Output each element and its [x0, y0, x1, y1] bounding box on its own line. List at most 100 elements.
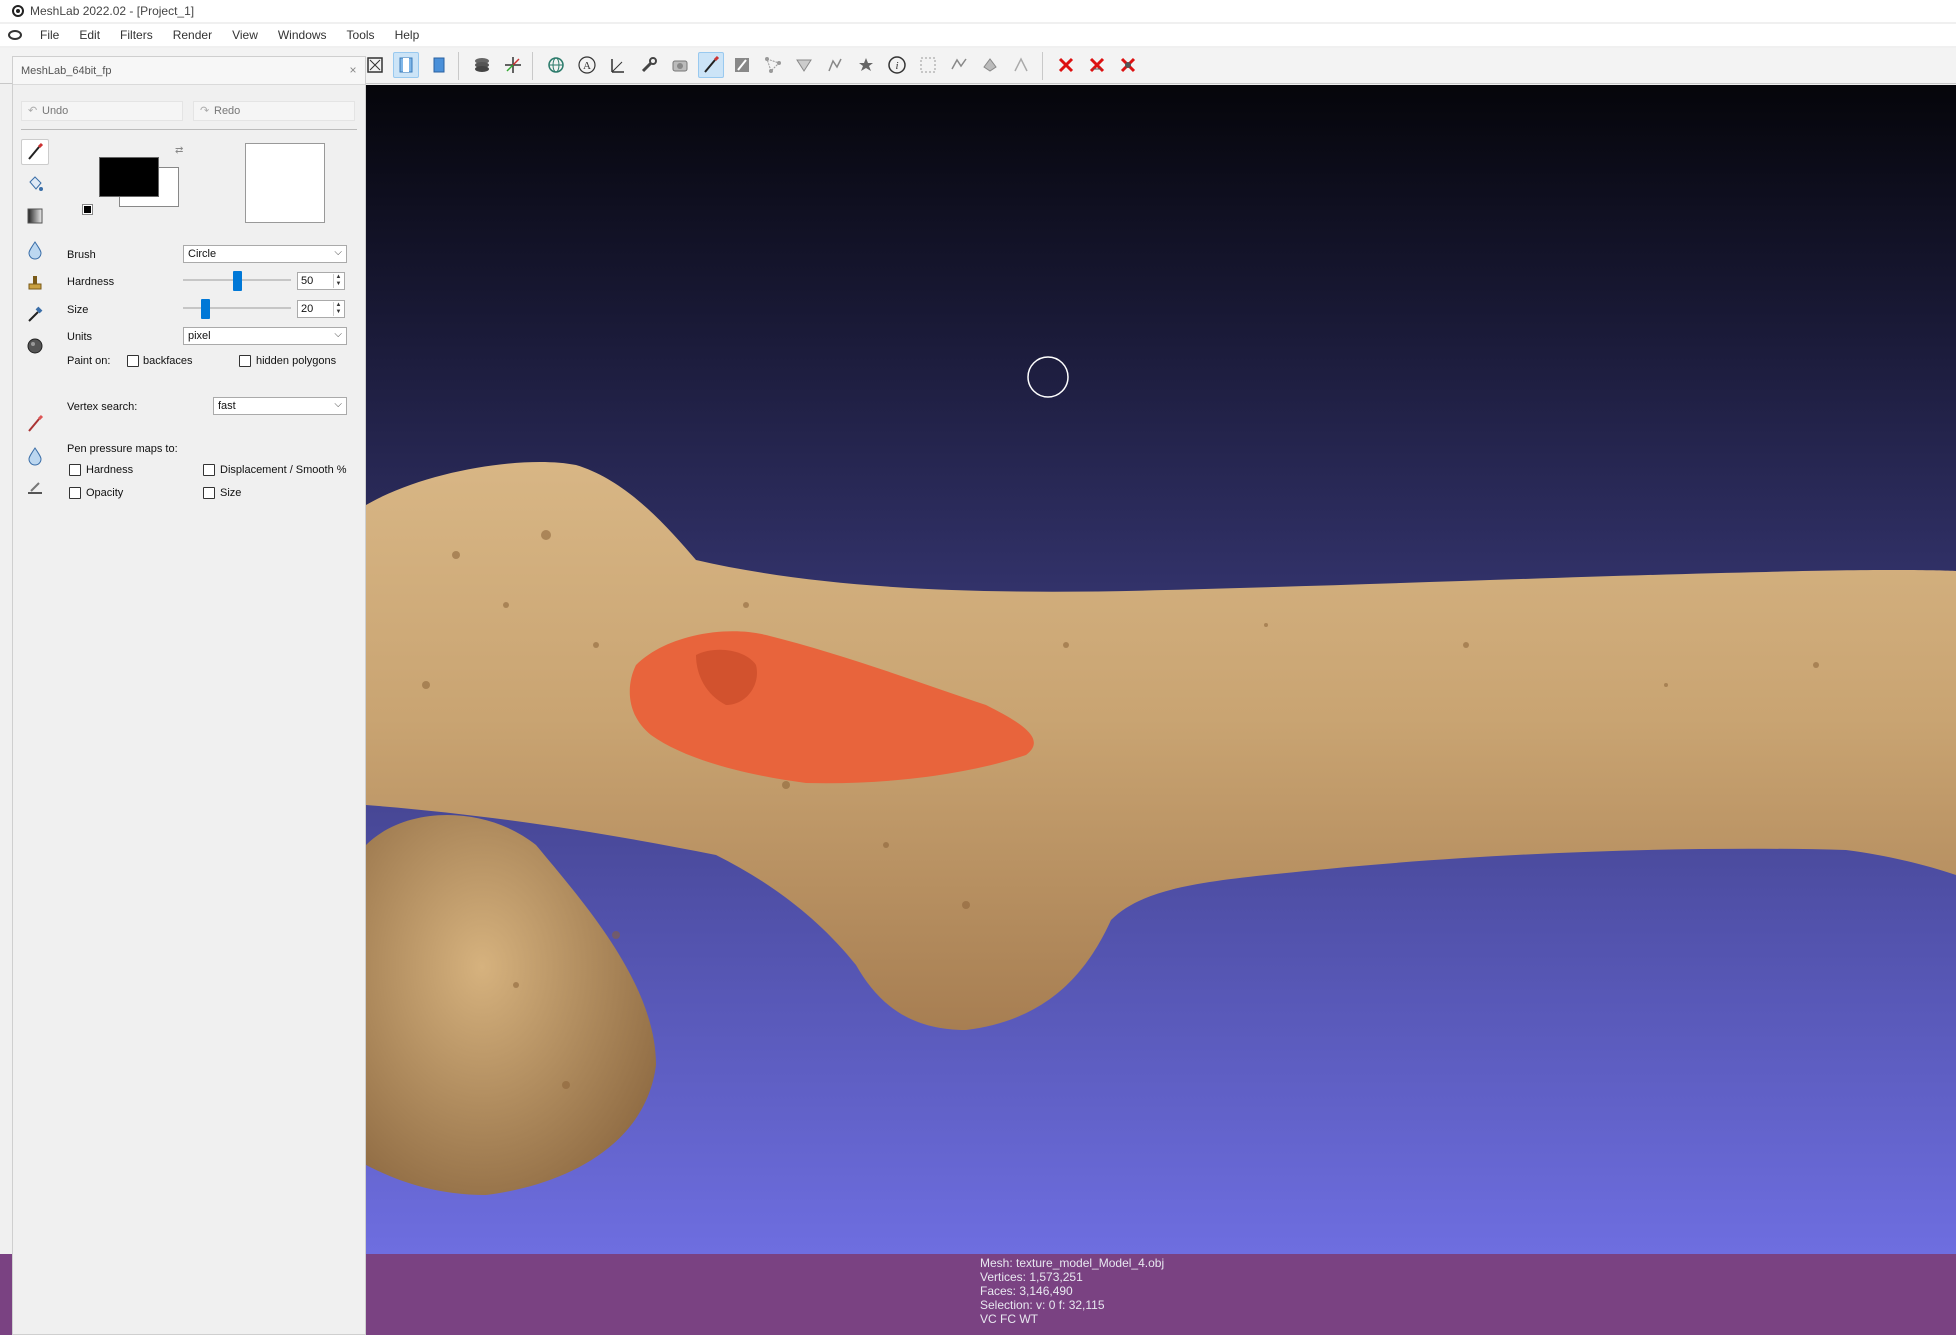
align-icon[interactable]: [946, 52, 972, 78]
delete-vertices-icon[interactable]: [1053, 52, 1079, 78]
menu-render[interactable]: Render: [163, 28, 222, 42]
face-count: Faces: 3,146,490: [980, 1284, 1073, 1298]
panel-title: MeshLab_64bit_fp: [13, 57, 365, 85]
brush-select[interactable]: Circle ⌵: [183, 245, 347, 263]
system-menu-icon[interactable]: [8, 30, 22, 40]
mesh-name: Mesh: texture_model_Model_4.obj: [980, 1256, 1165, 1270]
paint-on-label: Paint on:: [67, 355, 111, 367]
chevron-down-icon: ⌵: [334, 247, 342, 258]
chevron-down-icon: ⌵: [334, 329, 342, 340]
close-icon[interactable]: ×: [347, 64, 359, 76]
pressure-size-checkbox[interactable]: [203, 487, 215, 499]
georef-icon[interactable]: [853, 52, 879, 78]
pressure-displacement-label: Displacement / Smooth %: [220, 464, 347, 476]
menu-windows[interactable]: Windows: [268, 28, 337, 42]
undo-icon: ↶: [28, 105, 38, 117]
delete-faces-vertices-icon[interactable]: [1115, 52, 1141, 78]
units-select[interactable]: pixel ⌵: [183, 327, 347, 345]
redo-icon: ↷: [200, 105, 210, 117]
select-connected-icon[interactable]: [822, 52, 848, 78]
spinner-arrows-icon[interactable]: ▲ ▼: [333, 274, 343, 288]
wrench-icon[interactable]: [636, 52, 662, 78]
smooth-drop-icon[interactable]: [21, 237, 49, 263]
femoral-head: [366, 815, 656, 1195]
brush-label: Brush: [67, 249, 96, 261]
paint-tool-panel: MeshLab_64bit_fp × ↶ Undo ↷ Redo ⇄ Brush…: [12, 56, 366, 1335]
swap-colors-icon[interactable]: ⇄: [175, 145, 183, 156]
menu-tools[interactable]: Tools: [337, 28, 385, 42]
mesh-flags: VC FC WT: [980, 1312, 1038, 1326]
vertex-search-label: Vertex search:: [67, 401, 138, 413]
svg-text:A: A: [583, 60, 591, 72]
menu-edit[interactable]: Edit: [69, 28, 110, 42]
svg-text:i: i: [895, 60, 898, 72]
gradient-icon[interactable]: [21, 203, 49, 229]
pick-points-icon[interactable]: [1008, 52, 1034, 78]
reset-colors-icon[interactable]: [82, 204, 93, 215]
pressure-size-label: Size: [220, 487, 242, 499]
pressure-opacity-label: Opacity: [86, 487, 124, 499]
select-faces-icon[interactable]: [791, 52, 817, 78]
hidden-polygons-label: hidden polygons: [256, 355, 337, 367]
raster-layer-icon[interactable]: [426, 52, 452, 78]
globe-icon[interactable]: [543, 52, 569, 78]
manipulator-icon[interactable]: [977, 52, 1003, 78]
info-icon[interactable]: i: [884, 52, 910, 78]
menu-file[interactable]: File: [30, 28, 69, 42]
size-spinbox[interactable]: 20 ▲ ▼: [297, 300, 345, 318]
layers-stack-icon[interactable]: [469, 52, 495, 78]
backfaces-label: backfaces: [143, 355, 193, 367]
menu-help[interactable]: Help: [385, 28, 430, 42]
layer-panel-icon[interactable]: [393, 52, 419, 78]
select-region-icon[interactable]: [915, 52, 941, 78]
sculpt-brush-icon[interactable]: [21, 411, 49, 437]
noise-sphere-icon[interactable]: [21, 333, 49, 359]
camera-icon[interactable]: [667, 52, 693, 78]
delete-faces-icon[interactable]: [1084, 52, 1110, 78]
undo-button[interactable]: ↶ Undo: [21, 101, 183, 121]
menu-view[interactable]: View: [222, 28, 268, 42]
hardness-spinbox[interactable]: 50 ▲ ▼: [297, 272, 345, 290]
measure-angle-icon[interactable]: [605, 52, 631, 78]
hardness-slider-handle[interactable]: [233, 271, 242, 291]
pressure-opacity-checkbox[interactable]: [69, 487, 81, 499]
select-vertices-icon[interactable]: [760, 52, 786, 78]
mesh-render: [366, 356, 1956, 1195]
smooth-sculpt-icon[interactable]: [21, 443, 49, 469]
brush-preview: [245, 143, 325, 223]
size-slider[interactable]: [183, 307, 291, 309]
color-picker-icon[interactable]: [21, 301, 49, 327]
pen-pressure-label: Pen pressure maps to:: [67, 443, 178, 455]
chevron-down-icon: ⌵: [334, 399, 342, 410]
backfaces-checkbox[interactable]: [127, 355, 139, 367]
units-label: Units: [67, 331, 93, 343]
3d-viewport[interactable]: [366, 85, 1956, 1254]
menu-bar: File Edit Filters Render View Windows To…: [0, 24, 1956, 46]
hidden-polygons-checkbox[interactable]: [239, 355, 251, 367]
size-slider-handle[interactable]: [200, 299, 210, 319]
meshlab-window: MeshLab 2022.02 - [Project_1] File Edit …: [0, 0, 1956, 1335]
panel-divider: [21, 129, 357, 130]
meshlab-logo-icon: [12, 5, 24, 17]
vertex-search-select[interactable]: fast ⌵: [213, 397, 347, 415]
hardness-label: Hardness: [67, 276, 115, 288]
paint-brush-icon[interactable]: [698, 52, 724, 78]
pen-tool-icon[interactable]: [21, 139, 49, 165]
selection-count: Selection: v: 0 f: 32,115: [980, 1298, 1105, 1312]
size-label: Size: [67, 304, 89, 316]
pressure-hardness-label: Hardness: [86, 464, 134, 476]
mesh-info: Mesh: texture_model_Model_4.obj Vertices…: [980, 1256, 1164, 1326]
pressure-displacement-checkbox[interactable]: [203, 464, 215, 476]
spinner-arrows-icon[interactable]: ▲ ▼: [333, 302, 343, 316]
fill-bucket-icon[interactable]: [21, 171, 49, 197]
axis-icon[interactable]: [500, 52, 526, 78]
clone-stamp-icon[interactable]: [21, 269, 49, 295]
pressure-hardness-checkbox[interactable]: [69, 464, 81, 476]
annotation-a-icon[interactable]: A: [574, 52, 600, 78]
title-bar: MeshLab 2022.02 - [Project_1]: [0, 0, 1956, 22]
redo-button[interactable]: ↷ Redo: [193, 101, 355, 121]
texture-paint-icon[interactable]: [729, 52, 755, 78]
menu-filters[interactable]: Filters: [110, 28, 163, 42]
displace-tool-icon[interactable]: [21, 475, 49, 501]
foreground-color-swatch[interactable]: [99, 157, 159, 197]
